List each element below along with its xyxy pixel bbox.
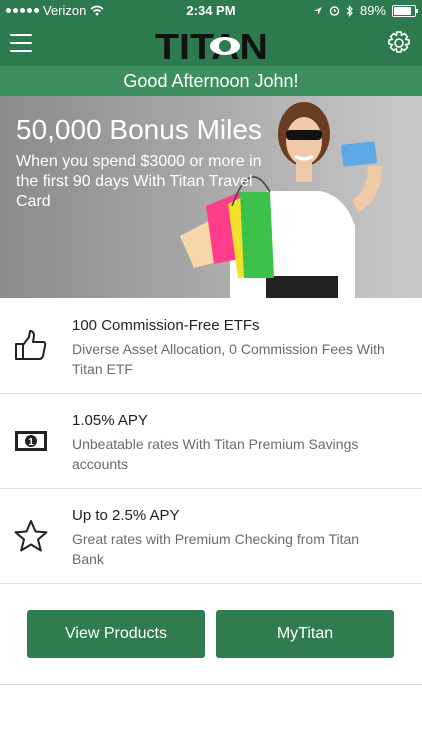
titan-logo: TITAN <box>155 26 268 64</box>
promo-banner[interactable]: 50,000 Bonus Miles When you spend $3000 … <box>0 96 422 298</box>
banner-headline: 50,000 Bonus Miles <box>16 114 262 145</box>
greeting-banner: Good Afternoon John! <box>0 66 422 96</box>
top-navigation: TITAN <box>0 20 422 66</box>
status-bar: Verizon 2:34 PM 89% <box>0 0 422 20</box>
battery-percent: 89% <box>359 3 386 18</box>
feature-row-savings[interactable]: 1 1.05% APY Unbeatable rates With Titan … <box>0 394 422 489</box>
feature-title: 100 Commission-Free ETFs <box>72 317 260 334</box>
alarm-icon <box>329 6 340 16</box>
thumbs-up-icon <box>15 330 47 360</box>
action-buttons: View Products MyTitan <box>0 584 422 685</box>
star-icon <box>14 520 48 552</box>
view-products-button[interactable]: View Products <box>27 610 205 658</box>
feature-row-etfs[interactable]: 100 Commission-Free ETFs Diverse Asset A… <box>0 299 422 394</box>
feature-description: Great rates with Premium Checking from T… <box>72 531 360 567</box>
feature-title: 1.05% APY <box>72 412 148 429</box>
menu-icon[interactable] <box>10 34 32 52</box>
cash-icon: 1 <box>15 431 47 451</box>
svg-text:1: 1 <box>28 437 34 448</box>
feature-description: Diverse Asset Allocation, 0 Commission F… <box>72 341 385 377</box>
mytitan-button[interactable]: MyTitan <box>216 610 394 658</box>
feature-title: Up to 2.5% APY <box>72 507 180 524</box>
banner-subtext: When you spend $3000 or more in the firs… <box>16 153 262 210</box>
bluetooth-icon <box>346 4 353 17</box>
settings-gear-icon[interactable] <box>386 30 412 56</box>
feature-row-checking[interactable]: Up to 2.5% APY Great rates with Premium … <box>0 489 422 584</box>
location-icon <box>313 6 322 15</box>
battery-icon <box>392 4 418 17</box>
feature-description: Unbeatable rates With Titan Premium Savi… <box>72 436 359 472</box>
status-right: 89% <box>313 3 418 18</box>
